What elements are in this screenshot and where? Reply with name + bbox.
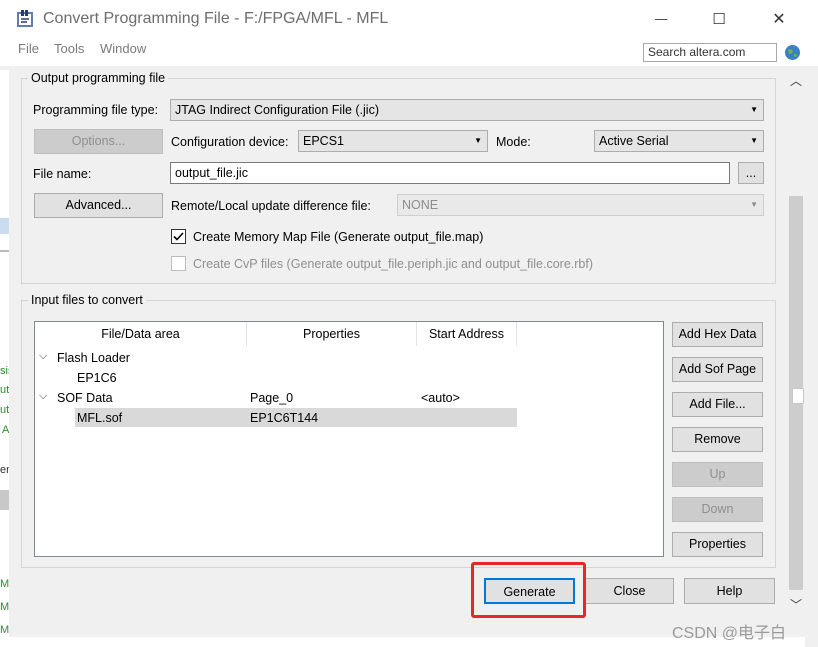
menu-file[interactable]: File (18, 41, 39, 56)
close-icon: ✕ (772, 11, 786, 28)
maximize-button[interactable]: ☐ (696, 4, 742, 34)
tree-row-mfl-sof[interactable]: MFL.sof (77, 411, 122, 425)
checkmark-icon (173, 232, 184, 241)
generate-highlight-box (471, 562, 586, 618)
sof-data-properties: Page_0 (250, 391, 294, 405)
menu-window[interactable]: Window (100, 41, 146, 56)
remote-update-label: Remote/Local update difference file: (171, 199, 371, 213)
down-button[interactable]: Down (672, 497, 763, 522)
chevron-down-icon: ▼ (474, 136, 482, 145)
close-window-button[interactable]: ✕ (756, 4, 802, 34)
memory-map-label: Create Memory Map File (Generate output_… (193, 230, 484, 244)
remove-button[interactable]: Remove (672, 427, 763, 452)
watermark: CSDN @电子白 (672, 625, 787, 642)
close-button[interactable]: Close (585, 578, 674, 604)
mfl-sof-properties: EP1C6T144 (250, 411, 319, 425)
file-type-label: Programming file type: (33, 103, 159, 117)
expand-chevron-icon[interactable]: ⌵ (39, 390, 47, 403)
search-input[interactable]: Search altera.com (643, 43, 777, 62)
strip-text: sis (0, 365, 9, 377)
cvp-checkbox[interactable] (171, 256, 186, 271)
up-button[interactable]: Up (672, 462, 763, 487)
outer-scroll-thumb[interactable] (792, 388, 804, 404)
properties-button[interactable]: Properties (672, 532, 763, 557)
cvp-label: Create CvP files (Generate output_file.p… (193, 257, 593, 271)
strip-text: ut (0, 384, 9, 396)
tree-row-ep1c6[interactable]: EP1C6 (77, 371, 117, 385)
minimize-icon: — (654, 12, 668, 26)
strip-text: Ma (0, 601, 9, 613)
window-title: Convert Programming File - F:/FPGA/MFL -… (43, 10, 389, 27)
strip-text: A (2, 424, 9, 436)
add-hex-data-button[interactable]: Add Hex Data (672, 322, 763, 347)
app-icon (17, 10, 33, 27)
sof-data-address: <auto> (421, 391, 460, 405)
chevron-down-icon: ▼ (750, 200, 758, 209)
strip-text: Ma (0, 578, 9, 590)
chevron-down-icon: ▼ (750, 105, 758, 114)
browse-button[interactable]: ... (738, 162, 764, 184)
background-window-strip: sis ut ut A en Ma Ma Ma (0, 70, 9, 647)
memory-map-checkbox[interactable] (171, 229, 186, 244)
config-device-value: EPCS1 (303, 134, 344, 148)
file-type-value: JTAG Indirect Configuration File (.jic) (175, 103, 379, 117)
advanced-button[interactable]: Advanced... (34, 193, 163, 218)
column-header-address[interactable]: Start Address (417, 322, 517, 346)
file-type-dropdown[interactable]: JTAG Indirect Configuration File (.jic) … (170, 99, 764, 121)
remote-update-dropdown[interactable]: NONE ▼ (397, 194, 764, 216)
output-group-title: Output programming file (28, 71, 169, 85)
add-file-button[interactable]: Add File... (672, 392, 763, 417)
config-device-label: Configuration device: (171, 135, 289, 149)
tree-row-flash-loader[interactable]: Flash Loader (57, 351, 130, 365)
scroll-down-icon[interactable]: ﹀ (790, 596, 802, 613)
help-button[interactable]: Help (684, 578, 775, 604)
remote-update-value: NONE (402, 198, 439, 212)
scroll-up-icon[interactable]: ︿ (790, 72, 802, 89)
menu-tools[interactable]: Tools (54, 41, 84, 56)
file-name-input[interactable]: output_file.jic (170, 162, 730, 184)
mode-dropdown[interactable]: Active Serial ▼ (594, 130, 764, 152)
strip-text: ut (0, 404, 9, 416)
strip-text: Ma (0, 624, 9, 636)
column-header-file[interactable]: File/Data area (35, 322, 247, 346)
options-button[interactable]: Options... (34, 129, 163, 154)
globe-icon[interactable] (784, 44, 801, 61)
minimize-button[interactable]: — (638, 4, 684, 34)
tree-row-sof-data[interactable]: SOF Data (57, 391, 113, 405)
config-device-dropdown[interactable]: EPCS1 ▼ (298, 130, 488, 152)
file-name-label: File name: (33, 167, 92, 181)
mode-label: Mode: (496, 135, 531, 149)
strip-text: en (0, 464, 9, 476)
chevron-down-icon: ▼ (750, 136, 758, 145)
expand-chevron-icon[interactable]: ⌵ (39, 350, 47, 363)
add-sof-page-button[interactable]: Add Sof Page (672, 357, 763, 382)
maximize-icon: ☐ (712, 11, 726, 28)
column-header-properties[interactable]: Properties (247, 322, 417, 346)
input-group-title: Input files to convert (28, 293, 146, 307)
mode-value: Active Serial (599, 134, 669, 148)
